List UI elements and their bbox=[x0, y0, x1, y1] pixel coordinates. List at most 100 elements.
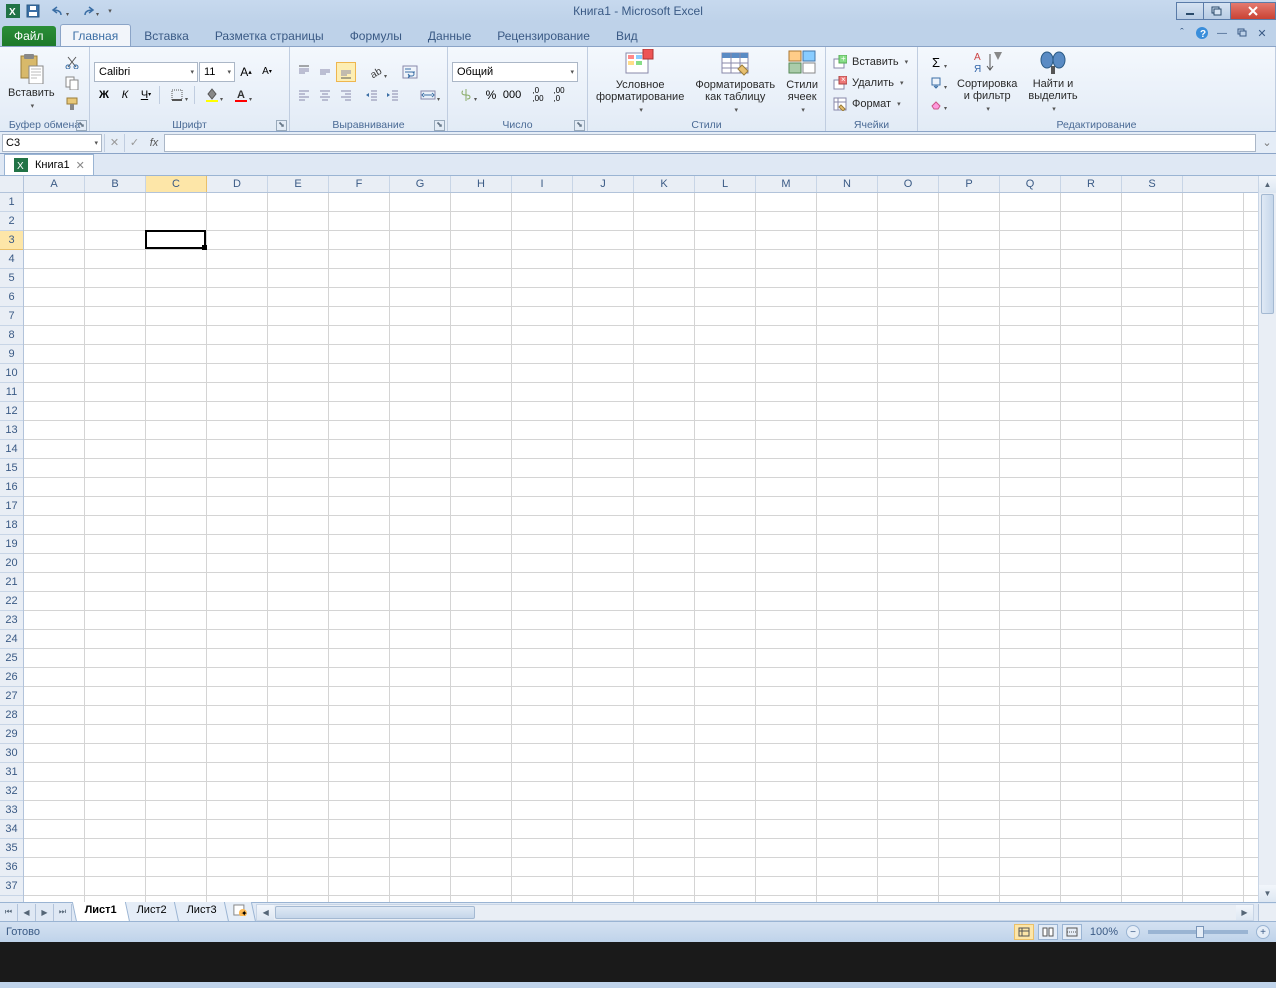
cell-styles-button[interactable]: Стили ячеек bbox=[782, 50, 822, 116]
tab-Данные[interactable]: Данные bbox=[415, 24, 484, 46]
autosum-button[interactable]: Σ bbox=[922, 52, 950, 72]
row-header-20[interactable]: 20 bbox=[0, 554, 23, 573]
pagebreak-view-button[interactable] bbox=[1062, 924, 1082, 940]
row-header-2[interactable]: 2 bbox=[0, 212, 23, 231]
clear-button[interactable] bbox=[922, 94, 950, 114]
enter-formula-button[interactable]: ✓ bbox=[124, 134, 144, 152]
row-header-9[interactable]: 9 bbox=[0, 345, 23, 364]
grow-font-button[interactable]: A▴ bbox=[236, 62, 256, 82]
col-header-K[interactable]: K bbox=[634, 176, 695, 192]
col-header-M[interactable]: M bbox=[756, 176, 817, 192]
row-header-5[interactable]: 5 bbox=[0, 269, 23, 288]
row-header-31[interactable]: 31 bbox=[0, 763, 23, 782]
increase-indent-button[interactable] bbox=[383, 85, 403, 105]
align-right-button[interactable] bbox=[336, 85, 356, 105]
name-box[interactable]: C3 bbox=[2, 134, 102, 152]
row-header-15[interactable]: 15 bbox=[0, 459, 23, 478]
col-header-I[interactable]: I bbox=[512, 176, 573, 192]
tab-Формулы[interactable]: Формулы bbox=[337, 24, 415, 46]
scroll-down-button[interactable]: ▼ bbox=[1259, 885, 1276, 902]
align-middle-button[interactable] bbox=[315, 62, 335, 82]
cancel-formula-button[interactable]: ✕ bbox=[104, 134, 124, 152]
align-top-button[interactable] bbox=[294, 62, 314, 82]
delete-cells-button[interactable]: ×Удалить bbox=[830, 73, 913, 93]
row-header-8[interactable]: 8 bbox=[0, 326, 23, 345]
underline-button[interactable]: Ч▾ bbox=[136, 85, 156, 105]
orientation-button[interactable]: ab bbox=[362, 62, 390, 82]
row-header-23[interactable]: 23 bbox=[0, 611, 23, 630]
col-header-B[interactable]: B bbox=[85, 176, 146, 192]
close-button[interactable] bbox=[1230, 2, 1276, 20]
decrease-indent-button[interactable] bbox=[362, 85, 382, 105]
vscroll-thumb[interactable] bbox=[1261, 194, 1274, 314]
tab-Главная[interactable]: Главная bbox=[60, 24, 132, 46]
undo-button[interactable] bbox=[44, 2, 72, 20]
horizontal-scrollbar[interactable]: ◀ ▶ bbox=[256, 904, 1254, 921]
italic-button[interactable]: К bbox=[115, 85, 135, 105]
new-sheet-button[interactable]: ✦ bbox=[224, 902, 256, 922]
row-header-34[interactable]: 34 bbox=[0, 820, 23, 839]
font-color-button[interactable]: A bbox=[227, 85, 255, 105]
row-header-12[interactable]: 12 bbox=[0, 402, 23, 421]
row-header-36[interactable]: 36 bbox=[0, 858, 23, 877]
clipboard-dialog[interactable]: ⬊ bbox=[76, 120, 87, 131]
sheet-tab-Лист2[interactable]: Лист2 bbox=[124, 902, 180, 922]
borders-button[interactable] bbox=[163, 85, 191, 105]
fill-color-button[interactable] bbox=[198, 85, 226, 105]
percent-button[interactable]: % bbox=[481, 85, 501, 105]
row-header-26[interactable]: 26 bbox=[0, 668, 23, 687]
row-header-24[interactable]: 24 bbox=[0, 630, 23, 649]
cells-area[interactable] bbox=[24, 193, 1258, 902]
row-header-17[interactable]: 17 bbox=[0, 497, 23, 516]
currency-button[interactable] bbox=[452, 85, 480, 105]
col-header-J[interactable]: J bbox=[573, 176, 634, 192]
tab-Разметка страницы[interactable]: Разметка страницы bbox=[202, 24, 337, 46]
workbook-tab[interactable]: X Книга1 ✕ bbox=[4, 154, 94, 175]
row-header-35[interactable]: 35 bbox=[0, 839, 23, 858]
zoom-out-button[interactable]: − bbox=[1126, 925, 1140, 939]
row-header-32[interactable]: 32 bbox=[0, 782, 23, 801]
row-header-30[interactable]: 30 bbox=[0, 744, 23, 763]
hscroll-thumb[interactable] bbox=[275, 906, 475, 919]
col-header-A[interactable]: A bbox=[24, 176, 85, 192]
zoom-level[interactable]: 100% bbox=[1090, 926, 1118, 938]
format-cells-button[interactable]: Формат bbox=[830, 94, 913, 114]
col-header-H[interactable]: H bbox=[451, 176, 512, 192]
row-header-1[interactable]: 1 bbox=[0, 193, 23, 212]
pagelayout-view-button[interactable] bbox=[1038, 924, 1058, 940]
qat-customize[interactable]: ▾ bbox=[104, 2, 116, 20]
row-header-37[interactable]: 37 bbox=[0, 877, 23, 896]
minimize-button[interactable] bbox=[1176, 2, 1204, 20]
tab-Вставка[interactable]: Вставка bbox=[131, 24, 202, 46]
font-dialog[interactable]: ⬊ bbox=[276, 120, 287, 131]
scroll-right-button[interactable]: ▶ bbox=[1236, 905, 1253, 920]
row-header-27[interactable]: 27 bbox=[0, 687, 23, 706]
row-header-13[interactable]: 13 bbox=[0, 421, 23, 440]
row-header-28[interactable]: 28 bbox=[0, 706, 23, 725]
tab-Рецензирование[interactable]: Рецензирование bbox=[484, 24, 603, 46]
row-header-18[interactable]: 18 bbox=[0, 516, 23, 535]
conditional-format-button[interactable]: Условное форматирование bbox=[592, 50, 688, 116]
align-center-button[interactable] bbox=[315, 85, 335, 105]
prev-sheet-button[interactable]: ◀ bbox=[18, 904, 36, 921]
row-header-4[interactable]: 4 bbox=[0, 250, 23, 269]
col-header-D[interactable]: D bbox=[207, 176, 268, 192]
align-dialog[interactable]: ⬊ bbox=[434, 120, 445, 131]
formula-input[interactable] bbox=[164, 134, 1256, 152]
fx-button[interactable]: fx bbox=[144, 137, 164, 149]
font-size-combo[interactable]: 11 bbox=[199, 62, 235, 82]
number-format-combo[interactable]: Общий bbox=[452, 62, 578, 82]
normal-view-button[interactable] bbox=[1014, 924, 1034, 940]
wb-close-icon[interactable]: ✕ bbox=[1254, 25, 1270, 41]
align-bottom-button[interactable] bbox=[336, 62, 356, 82]
bold-button[interactable]: Ж bbox=[94, 85, 114, 105]
find-select-button[interactable]: Найти и выделить bbox=[1024, 50, 1081, 116]
row-header-25[interactable]: 25 bbox=[0, 649, 23, 668]
merge-button[interactable] bbox=[413, 85, 443, 105]
row-header-10[interactable]: 10 bbox=[0, 364, 23, 383]
workbook-close-button[interactable]: ✕ bbox=[76, 159, 85, 172]
tab-Вид[interactable]: Вид bbox=[603, 24, 651, 46]
comma-button[interactable]: 000 bbox=[502, 85, 522, 105]
cut-button[interactable] bbox=[62, 52, 82, 72]
col-header-L[interactable]: L bbox=[695, 176, 756, 192]
